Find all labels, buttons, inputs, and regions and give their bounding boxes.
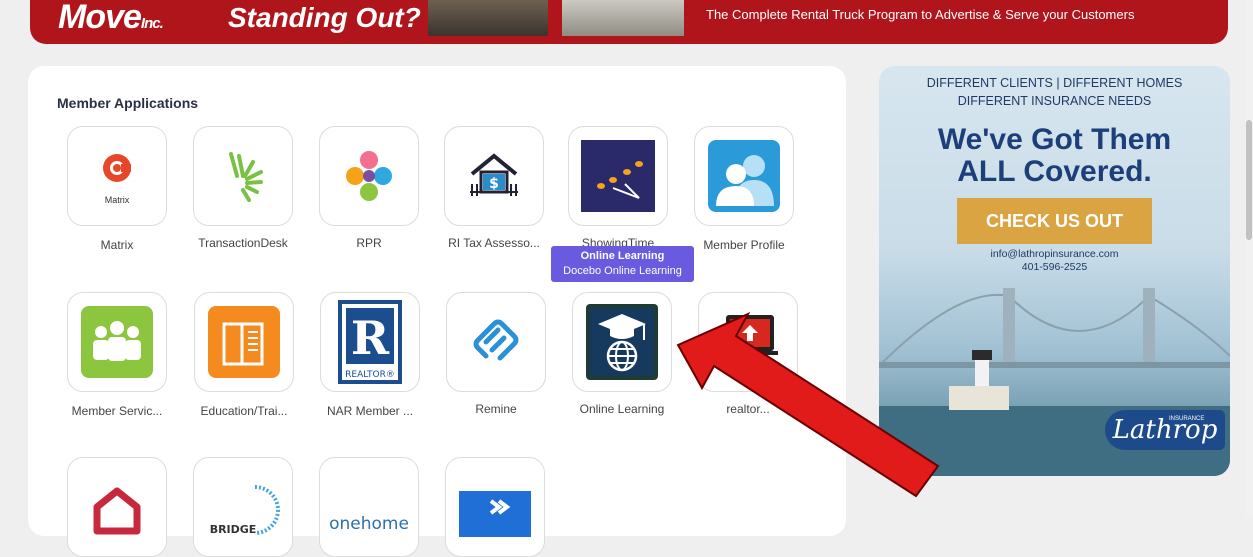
- app-label-online-learning: Online Learning: [579, 402, 665, 416]
- matrix-icon-text: Matrix: [104, 195, 130, 205]
- scrollbar-thumb[interactable]: [1246, 120, 1252, 240]
- showingtime-icon: [581, 140, 655, 212]
- move-inc-logo: MoveInc.: [58, 0, 164, 36]
- app-tile-onehome[interactable]: onehome: [319, 457, 419, 557]
- app-tile-member-services[interactable]: [67, 292, 167, 392]
- onehome-icon: onehome: [329, 514, 409, 534]
- banner-photo-truck: [562, 0, 684, 36]
- graduation-globe-icon: [586, 304, 658, 380]
- transactiondesk-icon: [229, 152, 263, 202]
- rpr-icon: [346, 151, 392, 201]
- app-tile-realtor-dashboard[interactable]: ard: [698, 292, 798, 392]
- app-tile-education[interactable]: [194, 292, 294, 392]
- app-tile-remine[interactable]: [446, 292, 546, 392]
- page-scrollbar[interactable]: [1245, 0, 1253, 515]
- member-profile-icon: [708, 140, 780, 212]
- dashboard-text: ard: [757, 363, 776, 374]
- realtor-r-glyph: R: [351, 311, 390, 365]
- app-label-realtor-dashboard: realtor...: [726, 402, 770, 416]
- bridge-icon: BRIDGE: [210, 485, 280, 536]
- tooltip-subtitle: Docebo Online Learning: [563, 265, 682, 277]
- blue-tile-icon: [459, 491, 531, 537]
- app-label-transactiondesk: TransactionDesk: [198, 236, 288, 250]
- app-label-remine: Remine: [475, 402, 517, 416]
- app-label-ri-tax-assessor: RI Tax Assesso...: [448, 236, 540, 250]
- app-label-education: Education/Trai...: [200, 404, 288, 418]
- member-services-icon: [81, 306, 153, 378]
- app-tile-member-profile[interactable]: [694, 126, 794, 226]
- top-banner-ad[interactable]: MoveInc. Standing Out? The Complete Rent…: [30, 0, 1228, 44]
- section-title: Member Applications: [57, 95, 199, 111]
- app-tile-bridge[interactable]: BRIDGE: [193, 457, 293, 557]
- lathrop-logo-small: INSURANCE: [1169, 416, 1205, 422]
- app-tile-ri-tax-assessor[interactable]: $: [444, 126, 544, 226]
- app-tile-blue[interactable]: [445, 457, 545, 557]
- app-label-member-profile: Member Profile: [703, 238, 785, 252]
- app-tile-nar-member[interactable]: R REALTOR®: [320, 292, 420, 392]
- app-tile-rpr[interactable]: [319, 126, 419, 226]
- tooltip-title: Online Learning: [580, 250, 665, 262]
- realtor-icon: R REALTOR®: [338, 300, 402, 384]
- app-tile-home-shield[interactable]: [67, 457, 167, 557]
- app-label-member-services: Member Servic...: [71, 404, 163, 418]
- onehome-wordmark: onehome: [329, 514, 409, 534]
- realtor-dashboard-icon: ard: [716, 315, 778, 374]
- house-dollar-icon: $: [470, 153, 518, 196]
- app-tile-matrix[interactable]: Matrix: [67, 126, 167, 226]
- online-learning-tooltip: Online Learning Docebo Online Learning: [551, 246, 694, 282]
- app-label-rpr: RPR: [356, 236, 382, 250]
- banner-tagline: The Complete Rental Truck Program to Adv…: [706, 7, 1135, 22]
- app-label-nar-member: NAR Member ...: [326, 404, 413, 418]
- realtor-wordmark: REALTOR®: [345, 370, 395, 380]
- home-shield-icon: [93, 487, 141, 535]
- education-book-icon: [208, 306, 280, 378]
- app-tile-online-learning[interactable]: [572, 292, 672, 392]
- app-tile-transactiondesk[interactable]: [193, 126, 293, 226]
- bridge-wordmark: BRIDGE: [210, 523, 257, 536]
- banner-slogan: Standing Out?: [228, 2, 421, 33]
- remine-icon: [473, 319, 519, 361]
- app-label-matrix: Matrix: [100, 238, 134, 252]
- banner-photo-people: [428, 0, 548, 36]
- dollar-glyph: $: [489, 176, 499, 192]
- lathrop-logo: Lathrop: [1105, 410, 1225, 450]
- lathrop-insurance-ad[interactable]: DIFFERENT CLIENTS | DIFFERENT HOMES DIFF…: [879, 66, 1230, 476]
- app-tile-showingtime[interactable]: [568, 126, 668, 226]
